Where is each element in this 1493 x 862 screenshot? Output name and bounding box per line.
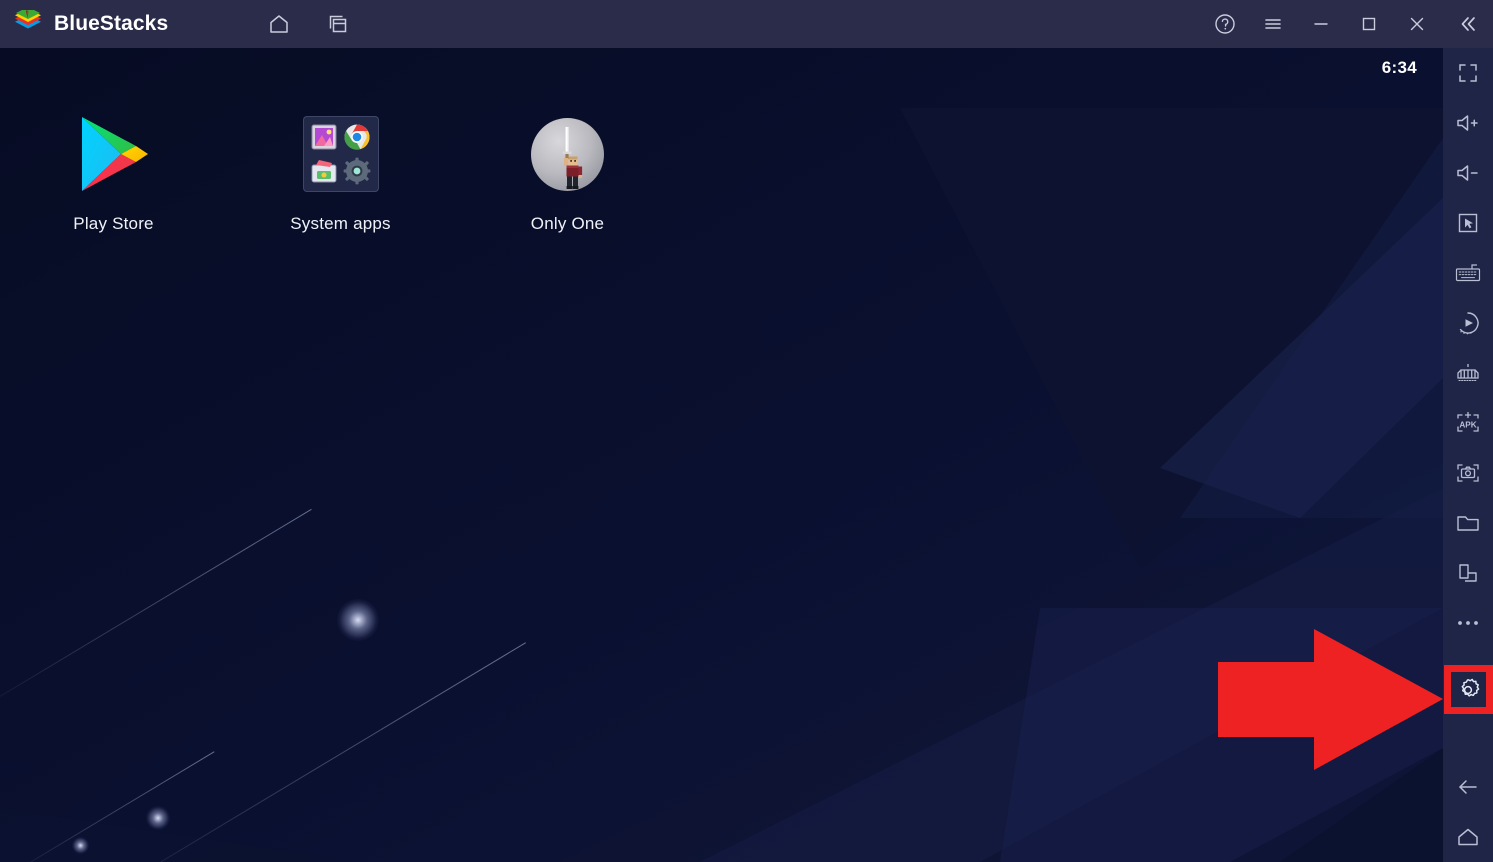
home-button[interactable] [262, 7, 296, 41]
recent-apps-button[interactable] [1443, 854, 1493, 862]
install-apk-button[interactable]: APK [1443, 398, 1493, 448]
multi-instance-button[interactable] [321, 7, 355, 41]
macro-recorder-button[interactable] [1443, 298, 1493, 348]
volume-up-button[interactable] [1443, 98, 1493, 148]
title-bar-nav [262, 7, 355, 41]
rotate-button[interactable] [1443, 548, 1493, 598]
menu-button[interactable] [1249, 0, 1297, 48]
volume-down-button[interactable] [1443, 148, 1493, 198]
settings-gear-icon [343, 157, 371, 185]
android-desktop[interactable]: 6:34 Play Store System apps Only One [0, 48, 1443, 862]
app-label: Play Store [73, 214, 154, 233]
multi-instance-sync-button[interactable] [1443, 348, 1493, 398]
app-icon-grid: Play Store System apps Only One [0, 110, 681, 234]
media-manager-button[interactable] [1443, 498, 1493, 548]
more-button[interactable] [1443, 598, 1493, 648]
maximize-button[interactable] [1345, 0, 1393, 48]
collapse-sidebar-button[interactable] [1441, 0, 1493, 48]
title-bar: BlueStacks [0, 0, 1493, 48]
bluestacks-window: BlueStacks 6:34 Play Store System apps O… [0, 0, 1493, 862]
play-store-icon [70, 110, 158, 198]
screenshot-button[interactable] [1443, 448, 1493, 498]
svg-text:APK: APK [1459, 421, 1476, 430]
app-icon-only-one[interactable]: Only One [454, 110, 681, 234]
keymapping-button[interactable] [1443, 248, 1493, 298]
bluestacks-sidebar: APK [1443, 48, 1493, 862]
help-button[interactable] [1201, 0, 1249, 48]
app-label: Only One [530, 214, 605, 233]
back-button[interactable] [1443, 762, 1493, 812]
window-controls [1201, 0, 1493, 48]
chrome-icon [343, 123, 371, 151]
app-icon-play-store[interactable]: Play Store [0, 110, 227, 234]
gallery-icon [310, 123, 338, 151]
title-bar-brand: BlueStacks [0, 7, 169, 38]
close-button[interactable] [1393, 0, 1441, 48]
folder-system-apps-icon [297, 110, 385, 198]
minimize-button[interactable] [1297, 0, 1345, 48]
only-one-game-icon [524, 110, 612, 198]
settings-button[interactable] [1443, 665, 1493, 715]
app-title: BlueStacks [54, 12, 169, 35]
game-controls-button[interactable] [1443, 198, 1493, 248]
bluestacks-logo-icon [13, 7, 43, 38]
media-icon [310, 157, 338, 185]
app-label: System apps [290, 214, 391, 233]
status-bar-clock: 6:34 [1381, 58, 1417, 77]
app-icon-system-apps[interactable]: System apps [227, 110, 454, 234]
fullscreen-button[interactable] [1443, 48, 1493, 98]
